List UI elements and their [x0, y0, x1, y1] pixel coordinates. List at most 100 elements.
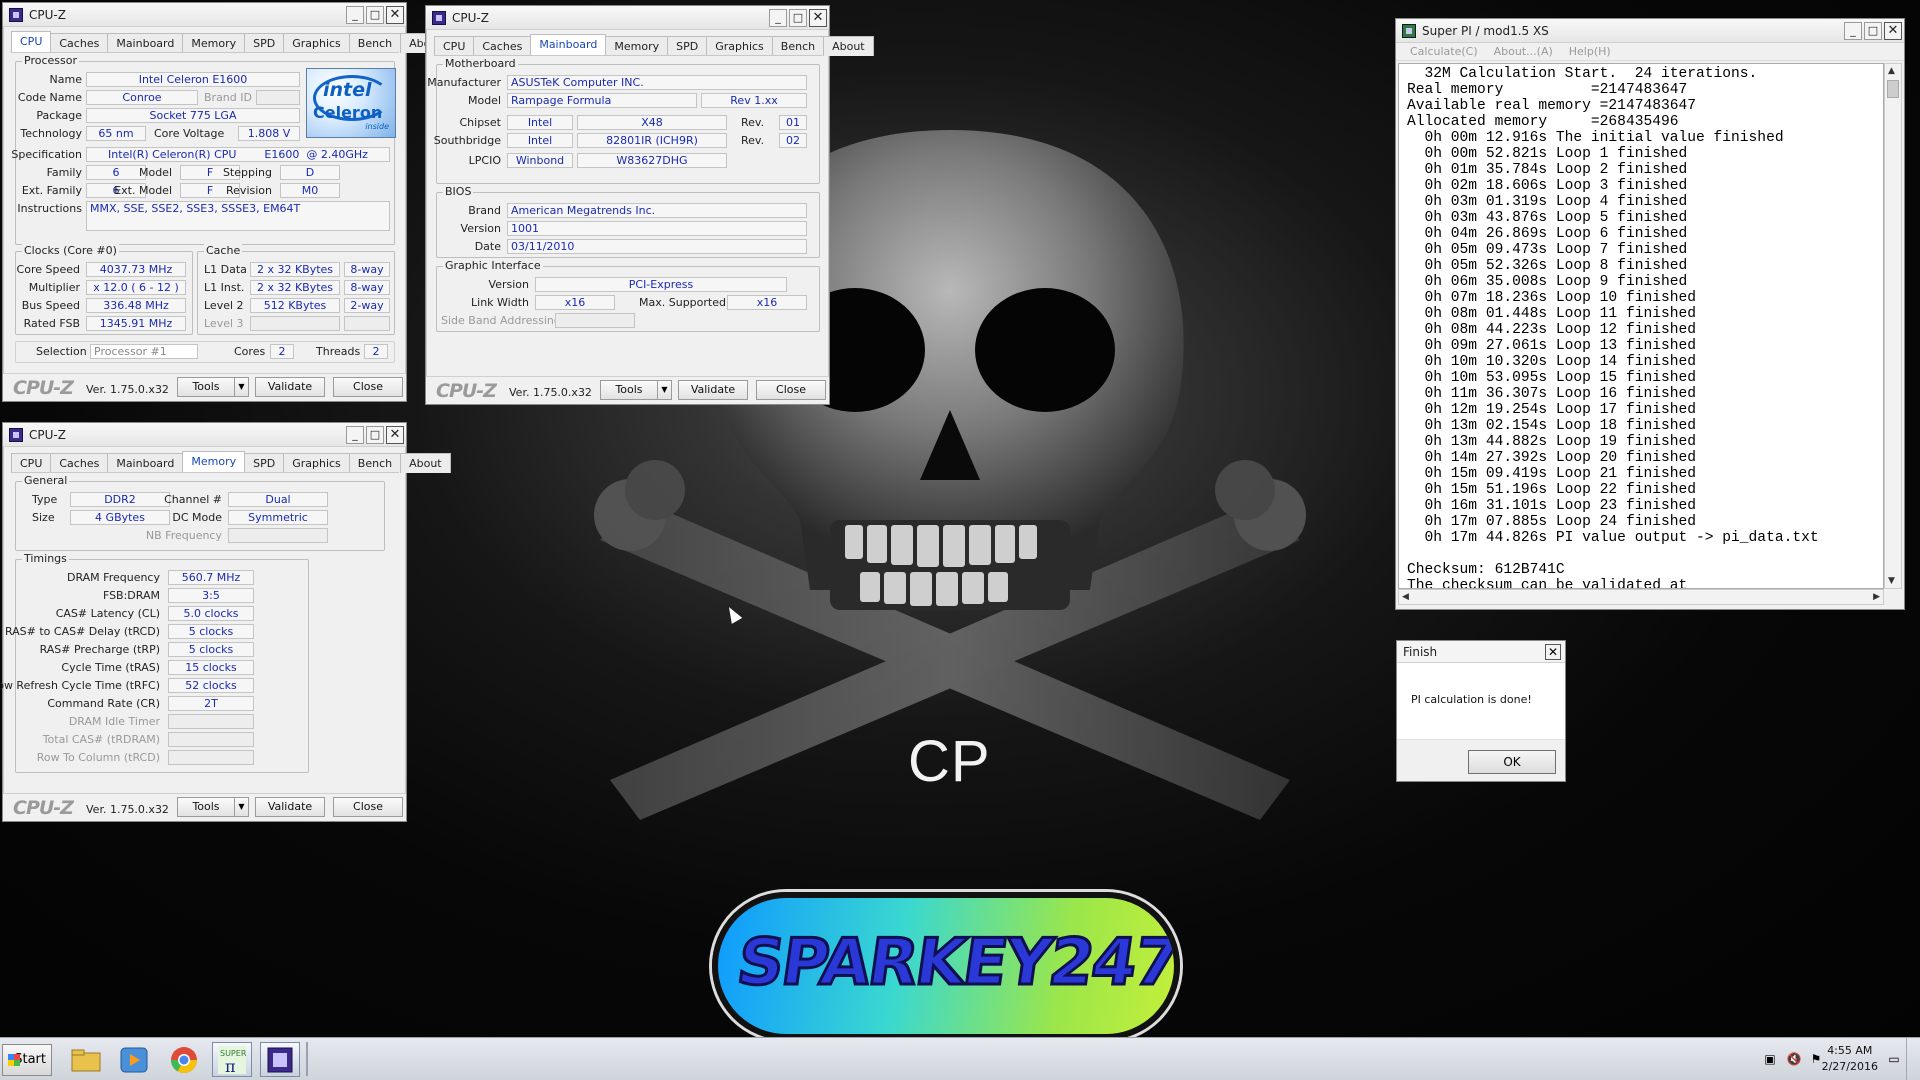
tab-spd[interactable]: SPD [244, 33, 285, 53]
finish-message: PI calculation is done! [1411, 693, 1532, 706]
dialog-footer: OK [1397, 739, 1565, 781]
dcmode-label: DC Mode [172, 511, 222, 524]
tools-dropdown-icon[interactable]: ▼ [658, 380, 672, 400]
close-button[interactable]: Close [333, 377, 403, 397]
tab-spd[interactable]: SPD [667, 36, 708, 56]
timing-label: DRAM Idle Timer [68, 715, 160, 728]
tools-dropdown-icon[interactable]: ▼ [235, 797, 249, 817]
cpuz-logo: CPU-Z [13, 377, 74, 399]
ok-button[interactable]: OK [1468, 750, 1556, 774]
threads-label: Threads [316, 345, 361, 358]
timings-label: Timings [22, 552, 69, 565]
tools-button[interactable]: Tools [177, 797, 235, 817]
minimize-button[interactable]: _ [346, 5, 364, 24]
superpi-taskbar-icon[interactable]: SUPER π [212, 1042, 252, 1077]
media-player-icon[interactable] [114, 1042, 154, 1077]
intel-celeron-logo: intel Celeron inside [306, 68, 396, 138]
tab-graphics[interactable]: Graphics [283, 33, 350, 53]
tab-caches[interactable]: Caches [473, 36, 532, 56]
scroll-right-icon[interactable]: ▶ [1873, 592, 1880, 602]
l2-way: 2-way [344, 298, 390, 313]
tab-memory[interactable]: Memory [605, 36, 669, 56]
l1data-value: 2 x 32 KBytes [250, 262, 340, 277]
tab-spd[interactable]: SPD [244, 453, 285, 473]
start-button[interactable]: Start [2, 1044, 52, 1076]
close-window-button[interactable]: ✕ [809, 8, 827, 27]
validate-button[interactable]: Validate [255, 797, 325, 817]
cores-label: Cores [234, 345, 266, 358]
maximize-button[interactable]: □ [1864, 21, 1882, 40]
tools-dropdown-icon[interactable]: ▼ [235, 377, 249, 397]
tab-cpu[interactable]: CPU [11, 31, 52, 53]
scroll-thumb[interactable] [1887, 80, 1899, 98]
maximize-button[interactable]: □ [366, 5, 384, 24]
output-line: 0h 14m 27.392s Loop 20 finished [1407, 450, 1697, 466]
tab-memory[interactable]: Memory [182, 33, 246, 53]
tab-bench[interactable]: Bench [771, 36, 825, 56]
selection-group: Selection Processor #1 Cores 2 Threads 2 [15, 341, 395, 363]
menu-help[interactable]: Help(H) [1569, 43, 1611, 60]
file-explorer-icon[interactable] [66, 1042, 106, 1077]
tab-cpu[interactable]: CPU [434, 36, 475, 56]
tools-button[interactable]: Tools [177, 377, 235, 397]
version-text: Ver. 1.75.0.x32 [86, 803, 169, 816]
cpuz-taskbar-icon[interactable] [260, 1042, 300, 1077]
superpi-output-area[interactable]: 32M Calculation Start. 24 iterations. Rea… [1398, 63, 1884, 589]
output-line: 0h 09m 27.061s Loop 13 finished [1407, 338, 1697, 354]
menu-about[interactable]: About...(A) [1494, 43, 1553, 60]
chrome-icon[interactable] [164, 1042, 204, 1077]
minimize-button[interactable]: _ [1844, 21, 1862, 40]
notification-icon[interactable]: ▭ [1886, 1051, 1902, 1067]
tab-graphics[interactable]: Graphics [283, 453, 350, 473]
maximize-button[interactable]: □ [789, 8, 807, 27]
close-window-button[interactable]: ✕ [386, 5, 404, 24]
package-label: Package [36, 109, 82, 122]
name-label: Name [49, 73, 82, 86]
l1inst-way: 8-way [344, 280, 390, 295]
network-icon[interactable]: ▣ [1762, 1051, 1778, 1067]
tab-caches[interactable]: Caches [50, 33, 109, 53]
close-button[interactable]: Close [333, 797, 403, 817]
show-desktop-button[interactable] [1906, 1038, 1920, 1080]
tab-cpu[interactable]: CPU [11, 453, 52, 473]
tab-bench[interactable]: Bench [348, 453, 402, 473]
validate-button[interactable]: Validate [678, 380, 748, 400]
output-line: Checksum: 612B741C [1407, 562, 1565, 578]
tab-graphics[interactable]: Graphics [706, 36, 773, 56]
chipset-value: X48 [577, 115, 727, 130]
timing-label: Cycle Time (tRAS) [61, 661, 160, 674]
tab-memory[interactable]: Memory [182, 451, 246, 473]
l1inst-label: L1 Inst. [204, 281, 245, 294]
close-window-button[interactable]: ✕ [1884, 21, 1902, 40]
tab-mainboard[interactable]: Mainboard [107, 453, 184, 473]
tab-about[interactable]: About [400, 453, 451, 473]
tab-mainboard[interactable]: Mainboard [530, 34, 607, 56]
close-window-button[interactable]: ✕ [386, 425, 404, 444]
volume-muted-icon[interactable]: 🔇 [1786, 1051, 1802, 1067]
tab-caches[interactable]: Caches [50, 453, 109, 473]
clocks-label: Clocks (Core #0) [22, 244, 119, 257]
scroll-left-icon[interactable]: ◀ [1402, 592, 1409, 602]
version-label: Version [460, 222, 501, 235]
selection-dropdown[interactable]: Processor #1 [90, 344, 198, 359]
tab-about[interactable]: About [823, 36, 874, 56]
validate-button[interactable]: Validate [255, 377, 325, 397]
vertical-scrollbar[interactable]: ▲ ▼ [1884, 63, 1902, 589]
minimize-button[interactable]: _ [769, 8, 787, 27]
horizontal-scrollbar[interactable]: ◀ ▶ [1398, 589, 1884, 605]
tools-button[interactable]: Tools [600, 380, 658, 400]
scroll-down-icon[interactable]: ▼ [1888, 576, 1895, 586]
maximize-button[interactable]: □ [366, 425, 384, 444]
tab-mainboard[interactable]: Mainboard [107, 33, 184, 53]
scroll-up-icon[interactable]: ▲ [1888, 66, 1895, 76]
minimize-button[interactable]: _ [346, 425, 364, 444]
menu-calculate[interactable]: Calculate(C) [1410, 43, 1478, 60]
output-line: 0h 03m 43.876s Loop 5 finished [1407, 210, 1688, 226]
close-button[interactable]: Close [756, 380, 826, 400]
sideband-label: Side Band Addressing [441, 314, 561, 327]
tab-bench[interactable]: Bench [348, 33, 402, 53]
close-icon[interactable]: ✕ [1545, 644, 1561, 660]
southbridge-vendor-value: Intel [507, 133, 573, 148]
taskbar-clock[interactable]: 4:55 AM 2/27/2016 [1822, 1043, 1878, 1075]
